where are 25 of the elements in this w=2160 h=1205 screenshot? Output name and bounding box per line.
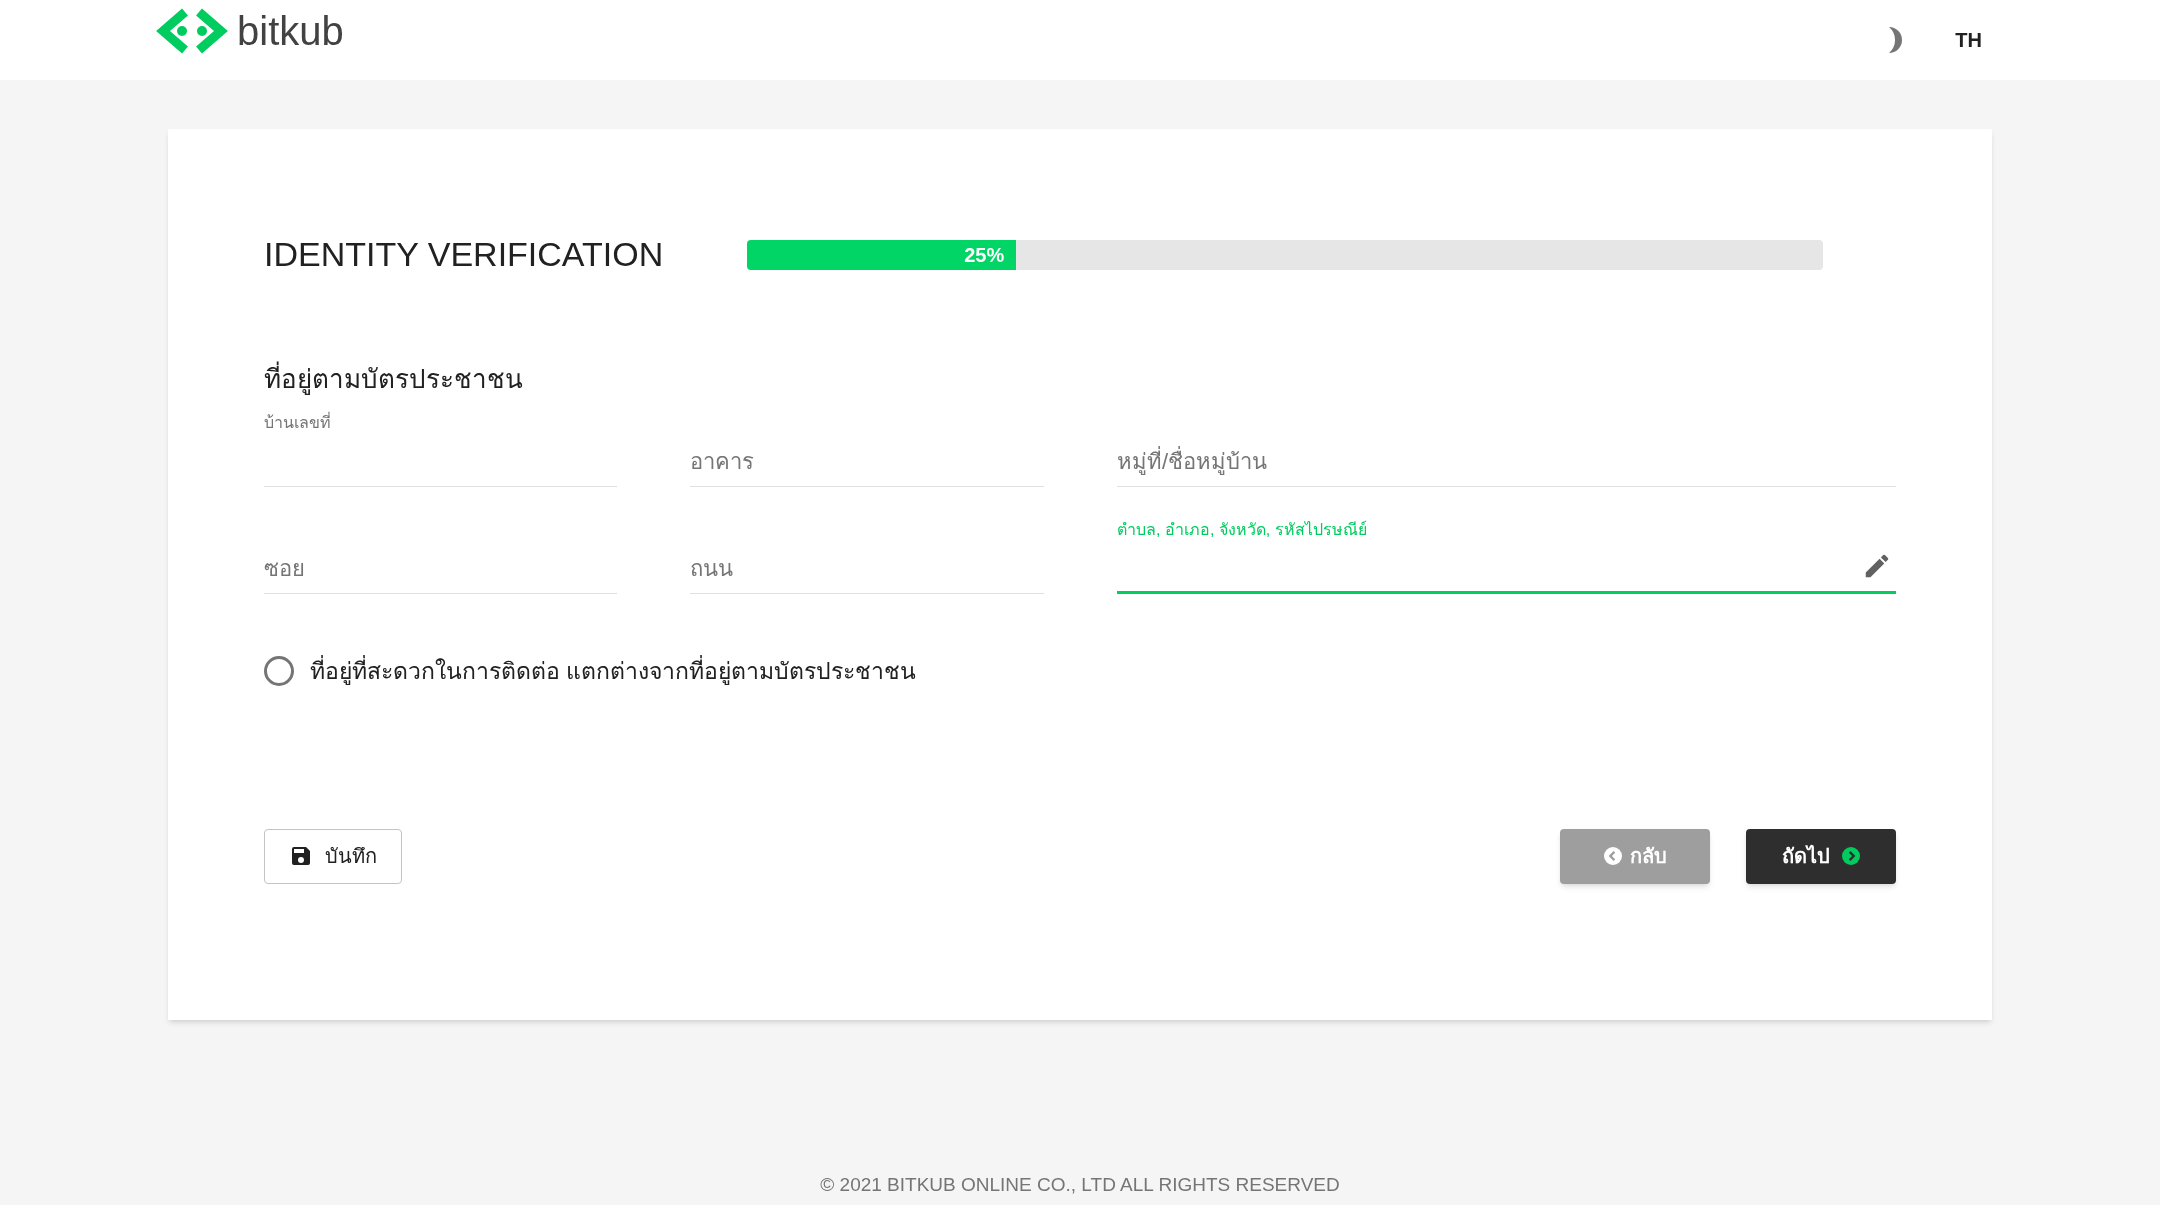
text-field[interactable]: ซอย bbox=[264, 514, 617, 594]
text-field[interactable]: อาคาร bbox=[690, 407, 1044, 487]
chevron-left-circle-icon bbox=[1603, 847, 1622, 865]
next-button[interactable]: ถัดไป bbox=[1746, 828, 1896, 884]
field-label: หมู่ที่/ชื่อหมู่บ้าน bbox=[1117, 445, 1268, 478]
logo-text: bitkub bbox=[237, 11, 344, 51]
save-button[interactable]: บันทึก bbox=[264, 828, 402, 884]
field-label: ซอย bbox=[264, 555, 305, 583]
language-button[interactable]: TH bbox=[1955, 25, 1982, 55]
radio-label: ที่อยู่ที่สะดวกในการติดต่อ แตกต่างจากที่อยู่ตามบัตรประชาชน bbox=[310, 654, 917, 689]
chevron-right-circle-icon bbox=[1842, 847, 1860, 865]
logo-icon bbox=[155, 6, 229, 56]
text-field[interactable]: บ้านเลขที่ bbox=[264, 407, 617, 487]
copyright-text: © 2021 BITKUB ONLINE CO., LTD ALL RIGHTS RESERVED bbox=[820, 1172, 1340, 1197]
section-title: ที่อยู่ตามบัตรประชาชน bbox=[264, 360, 1896, 399]
field-label: ตำบล, อำเภอ, จังหวัด, รหัสไปรษณีย์ bbox=[1117, 519, 1367, 540]
field-label: อาคาร bbox=[690, 448, 754, 476]
page-title: IDENTITY VERIFICATION bbox=[264, 234, 664, 275]
progress-reading: 25% bbox=[964, 242, 1005, 268]
text-field[interactable]: หมู่ที่/ชื่อหมู่บ้าน bbox=[1117, 407, 1896, 487]
radio-button[interactable] bbox=[264, 656, 294, 687]
field-label: บ้านเลขที่ bbox=[264, 411, 331, 433]
field-label: ถนน bbox=[690, 555, 733, 583]
text-field[interactable]: ถนน bbox=[690, 514, 1044, 594]
back-button[interactable]: กลับ bbox=[1560, 828, 1710, 884]
